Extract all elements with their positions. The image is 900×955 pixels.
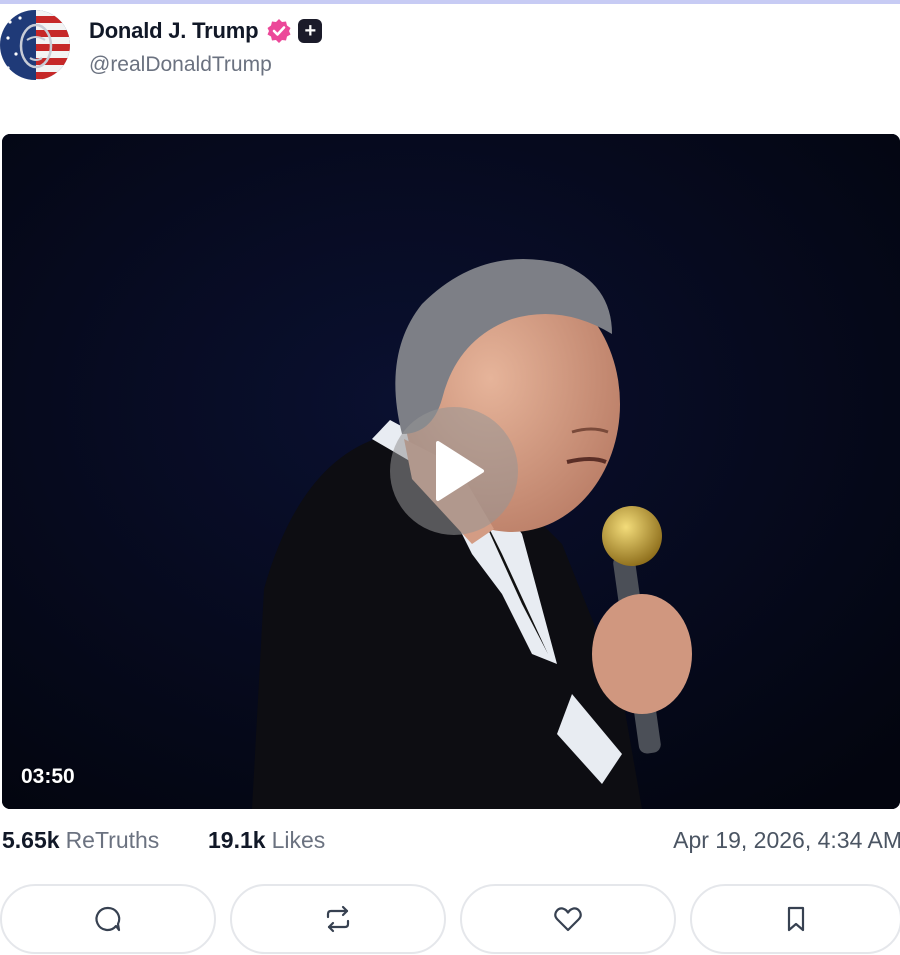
author-name-row: Donald J. Trump + xyxy=(89,16,323,46)
verified-badge-icon xyxy=(267,19,291,43)
likes-stat[interactable]: 19.1k Likes xyxy=(208,827,325,854)
play-icon xyxy=(436,441,484,501)
comment-icon xyxy=(95,906,121,932)
repost-icon xyxy=(326,905,350,933)
post-timestamp[interactable]: Apr 19, 2026, 4:34 AM xyxy=(673,827,900,854)
plus-badge-icon: + xyxy=(298,19,323,43)
flag-portrait-avatar-icon xyxy=(0,10,70,80)
like-button[interactable] xyxy=(460,884,676,954)
reply-button[interactable] xyxy=(0,884,216,954)
post-stats: 5.65k ReTruths 19.1k Likes Apr 19, 2026, 4… xyxy=(2,827,900,861)
retruths-label: ReTruths xyxy=(65,827,160,853)
retruths-stat[interactable]: 5.65k ReTruths xyxy=(2,827,159,854)
action-bar xyxy=(0,884,900,955)
heart-icon xyxy=(554,907,582,932)
retruth-button[interactable] xyxy=(230,884,446,954)
play-button[interactable] xyxy=(390,407,518,535)
author-handle[interactable]: @realDonaldTrump xyxy=(89,53,272,77)
retruths-count: 5.65k xyxy=(2,827,60,853)
likes-count: 19.1k xyxy=(208,827,266,853)
avatar[interactable] xyxy=(0,10,70,80)
bookmark-icon xyxy=(787,906,805,932)
author-display-name[interactable]: Donald J. Trump xyxy=(89,18,259,44)
video-duration: 03:50 xyxy=(21,765,75,788)
likes-label: Likes xyxy=(271,827,326,853)
top-divider xyxy=(0,0,900,4)
bookmark-button[interactable] xyxy=(690,884,900,954)
video-player[interactable]: 03:50 xyxy=(2,134,900,809)
